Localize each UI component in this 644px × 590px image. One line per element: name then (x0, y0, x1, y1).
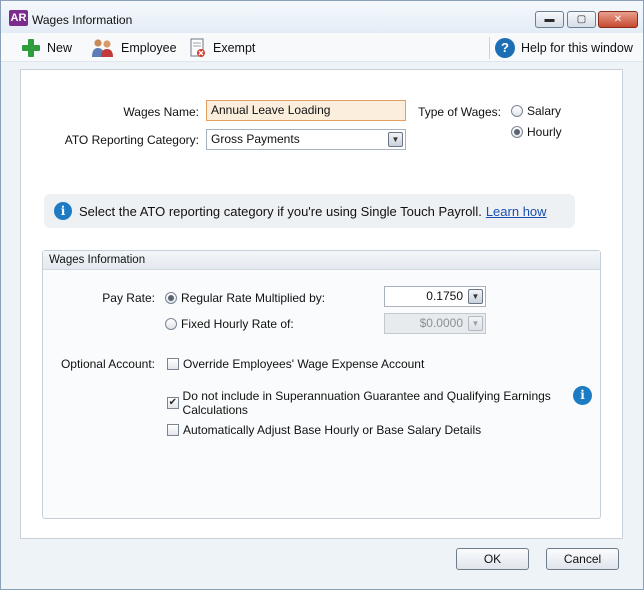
hourly-radio-label: Hourly (527, 125, 562, 139)
minimize-button[interactable]: ▬ (535, 11, 564, 28)
exclude-super-check[interactable]: ✔ (167, 397, 179, 409)
salary-radio-label: Salary (527, 104, 562, 118)
cancel-button[interactable]: Cancel (546, 548, 619, 570)
regular-rate-radio[interactable]: Regular Rate Multiplied by: (165, 291, 325, 305)
exclude-super-label: Do not include in Superannuation Guarant… (182, 389, 551, 417)
regular-rate-label: Regular Rate Multiplied by: (181, 291, 326, 305)
ato-reporting-category-select[interactable]: Gross Payments ▼ (206, 129, 406, 150)
fixed-hourly-rate-radio-button[interactable] (165, 318, 177, 330)
ok-button[interactable]: OK (456, 548, 529, 570)
wages-name-value: Annual Leave Loading (211, 103, 331, 117)
fixed-hourly-rate-label: Fixed Hourly Rate of: (181, 317, 294, 331)
plus-icon (21, 38, 41, 58)
regular-rate-value: 0.1750 (426, 289, 463, 303)
hourly-radio[interactable]: Hourly (511, 125, 562, 139)
ato-reporting-category-value: Gross Payments (211, 132, 300, 146)
salary-radio-button[interactable] (511, 105, 523, 117)
hourly-radio-button[interactable] (511, 126, 523, 138)
exempt-button-label: Exempt (213, 41, 256, 55)
exempt-button[interactable]: Exempt (189, 37, 255, 59)
exclude-super-checkbox[interactable]: ✔ Do not include in Superannuation Guara… (167, 389, 600, 417)
info-icon: i (54, 202, 72, 220)
wages-name-input[interactable]: Annual Leave Loading (206, 100, 406, 121)
override-expense-account-label: Override Employees' Wage Expense Account (183, 357, 425, 371)
exempt-document-icon (190, 38, 205, 57)
regular-rate-input[interactable]: 0.1750 ▼ (384, 286, 486, 307)
stp-info-banner: i Select the ATO reporting category if y… (44, 194, 575, 228)
help-button-label: Help for this window (521, 41, 633, 55)
optional-account-label: Optional Account: (60, 357, 155, 371)
close-button[interactable]: ✕ (598, 11, 638, 28)
window-title: Wages Information (32, 13, 133, 27)
wages-information-group: Wages Information Pay Rate: Regular Rate… (42, 250, 601, 519)
title-bar: AR Wages Information ▬ ▢ ✕ (1, 1, 643, 33)
auto-adjust-base-checkbox[interactable]: Automatically Adjust Base Hourly or Base… (167, 423, 481, 437)
employee-button-label: Employee (121, 41, 177, 55)
new-button[interactable]: New (21, 37, 72, 59)
help-icon: ? (495, 38, 515, 58)
wages-information-window: AR Wages Information ▬ ▢ ✕ New Employee (0, 0, 644, 590)
help-button[interactable]: ? Help for this window (495, 37, 633, 59)
override-expense-account-check[interactable] (167, 358, 179, 370)
auto-adjust-base-check[interactable] (167, 424, 179, 436)
app-logo-icon: AR (9, 10, 28, 26)
toolbar-separator (489, 37, 490, 59)
fixed-hourly-rate-value: $0.0000 (419, 316, 463, 330)
maximize-button[interactable]: ▢ (567, 11, 596, 28)
salary-radio[interactable]: Salary (511, 104, 561, 118)
ato-reporting-category-label: ATO Reporting Category: (64, 133, 199, 147)
override-expense-account-checkbox[interactable]: Override Employees' Wage Expense Account (167, 357, 424, 371)
main-panel: Wages Name: Annual Leave Loading ATO Rep… (20, 69, 623, 539)
fixed-hourly-rate-radio[interactable]: Fixed Hourly Rate of: (165, 317, 294, 331)
auto-adjust-base-label: Automatically Adjust Base Hourly or Base… (183, 423, 482, 437)
chevron-down-icon[interactable]: ▼ (388, 132, 403, 147)
new-button-label: New (47, 41, 73, 55)
banner-message: Select the ATO reporting category if you… (79, 203, 482, 219)
chevron-down-icon: ▼ (468, 316, 483, 331)
fixed-hourly-rate-input: $0.0000 ▼ (384, 313, 486, 334)
info-icon[interactable]: i (573, 386, 592, 405)
toolbar: New Employee Exempt ? Help for this wind… (1, 33, 643, 62)
employee-button[interactable]: Employee (91, 37, 177, 59)
chevron-down-icon[interactable]: ▼ (468, 289, 483, 304)
group-title: Wages Information (43, 251, 600, 270)
pay-rate-label: Pay Rate: (102, 291, 155, 305)
wages-name-label: Wages Name: (123, 105, 199, 119)
employees-icon (92, 39, 113, 57)
learn-how-link[interactable]: Learn how (486, 204, 547, 219)
regular-rate-radio-button[interactable] (165, 292, 177, 304)
type-of-wages-label: Type of Wages: (418, 105, 501, 119)
